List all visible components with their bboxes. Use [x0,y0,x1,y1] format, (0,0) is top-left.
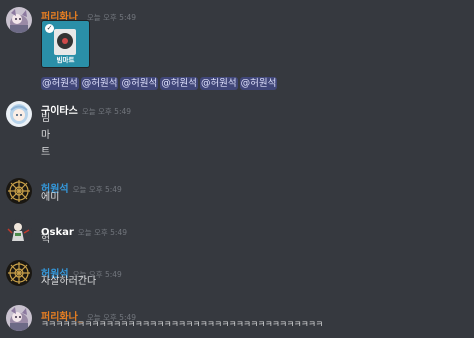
attachment-caption: 빔마트 [56,56,75,64]
gold-emblem-avatar-icon [6,260,32,286]
user-mention[interactable]: @허원석 [160,77,198,90]
message-text: ㅋㅋㅋㅋㅋㅋㅋㅋㅋㅋㅋㅋㅋㅋㅋㅋㅋㅋㅋㅋㅋㅋㅋㅋㅋㅋㅋㅋㅋㅋㅋㅋㅋㅋㅋㅋㅋㅋㅋ [41,320,323,330]
user-mention[interactable]: @허원석 [80,77,119,90]
avatar[interactable] [6,260,32,286]
user-mention[interactable]: @허원석 [41,77,79,90]
furry-character-avatar-icon [6,7,32,33]
avatar[interactable] [6,101,32,127]
timestamp: 오늘 오후 5:49 [72,185,122,194]
message-text: 마 [41,130,51,141]
character-figure-avatar-icon [6,219,32,245]
timestamp: 오늘 오후 5:49 [86,13,137,22]
timestamp: 오늘 오후 5:49 [81,107,132,116]
message-text: 에미 [41,192,60,203]
avatar[interactable] [6,7,32,33]
furry-character-avatar-icon [6,305,32,331]
timestamp: 오늘 오후 5:49 [77,228,128,237]
user-mention[interactable]: @허원석 [239,77,278,90]
checkbox-icon[interactable]: ✓ [45,24,54,33]
gold-emblem-avatar-icon [6,178,32,204]
user-mention[interactable]: @허원석 [199,77,238,90]
message-text: 트 [41,147,51,158]
avatar[interactable] [6,305,32,331]
avatar[interactable] [6,178,32,204]
avatar[interactable] [6,219,32,245]
message-text: 자살하러간다 [41,276,97,287]
message-text: 빔 [41,113,51,124]
anime-character-avatar-icon [6,101,32,127]
user-mention[interactable]: @허원석 [120,77,159,90]
mention-list: @허원석 @허원석 @허원석 @허원석 @허원석 @허원석 [41,71,279,90]
message-text: 헉 [41,234,51,245]
image-attachment[interactable]: ✓ 빔마트 [41,20,90,68]
